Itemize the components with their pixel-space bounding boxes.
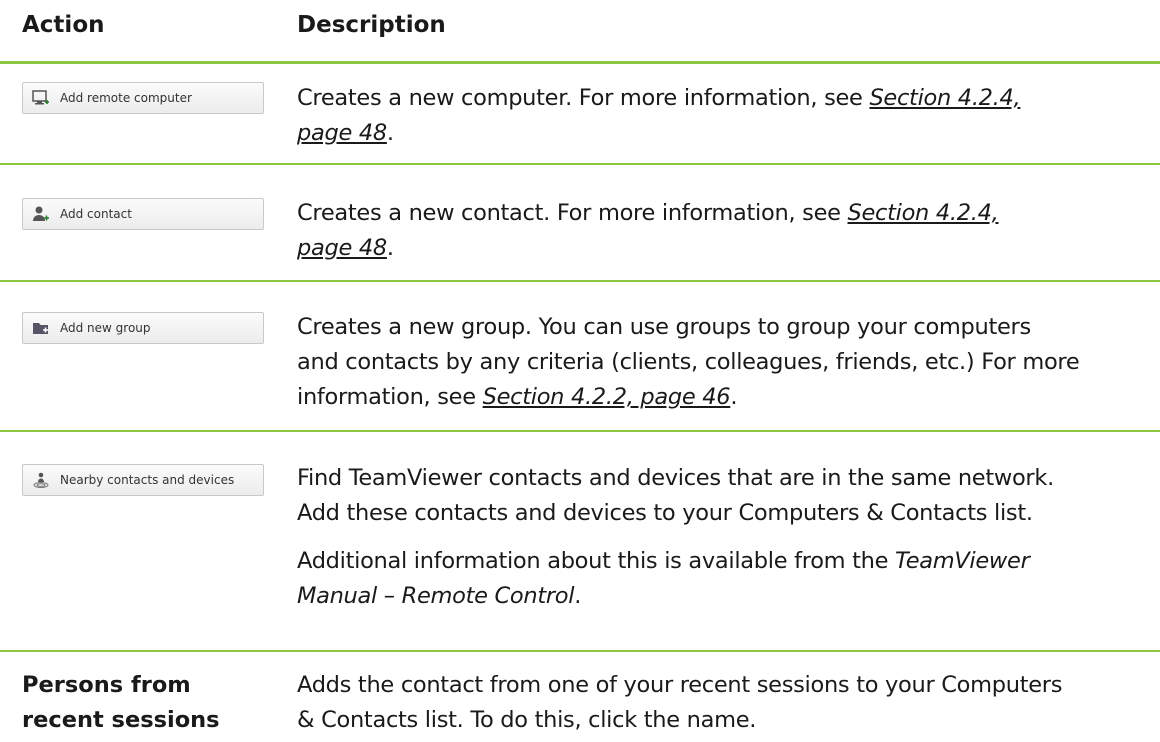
section-link[interactable]: Section 4.2.2, page 46	[483, 384, 731, 410]
button-label: Add contact	[60, 207, 132, 221]
nearby-devices-icon	[32, 471, 50, 489]
add-contact-button[interactable]: Add contact	[22, 198, 264, 230]
row-divider	[0, 163, 1160, 165]
persons-from-recent-sessions-label: Persons from recent sessions	[22, 672, 220, 733]
header-divider	[0, 61, 1160, 64]
section-link[interactable]: Section 4.2.4,	[848, 200, 999, 226]
nearby-contacts-button[interactable]: Nearby contacts and devices	[22, 464, 264, 496]
section-link[interactable]: Section 4.2.4,	[869, 85, 1020, 111]
column-header-description: Description	[297, 12, 446, 38]
row-description: Adds the contact from one of your recent…	[297, 672, 1063, 733]
page-link[interactable]: page 48	[297, 120, 387, 146]
row-description: Creates a new group. You can use groups …	[297, 314, 1080, 410]
button-label: Nearby contacts and devices	[60, 473, 235, 487]
button-label: Add remote computer	[60, 91, 192, 105]
folder-add-icon	[32, 319, 50, 337]
monitor-add-icon	[32, 89, 50, 107]
person-add-icon	[32, 205, 50, 223]
column-header-action: Action	[22, 12, 105, 38]
row-description: Find TeamViewer contacts and devices tha…	[297, 465, 1054, 609]
row-description: Creates a new computer. For more informa…	[297, 85, 1021, 146]
row-divider	[0, 650, 1160, 652]
add-new-group-button[interactable]: Add new group	[22, 312, 264, 344]
row-description: Creates a new contact. For more informat…	[297, 200, 999, 261]
add-remote-computer-button[interactable]: Add remote computer	[22, 82, 264, 114]
button-label: Add new group	[60, 321, 151, 335]
row-divider	[0, 280, 1160, 282]
page-link[interactable]: page 48	[297, 235, 387, 261]
row-divider	[0, 430, 1160, 432]
